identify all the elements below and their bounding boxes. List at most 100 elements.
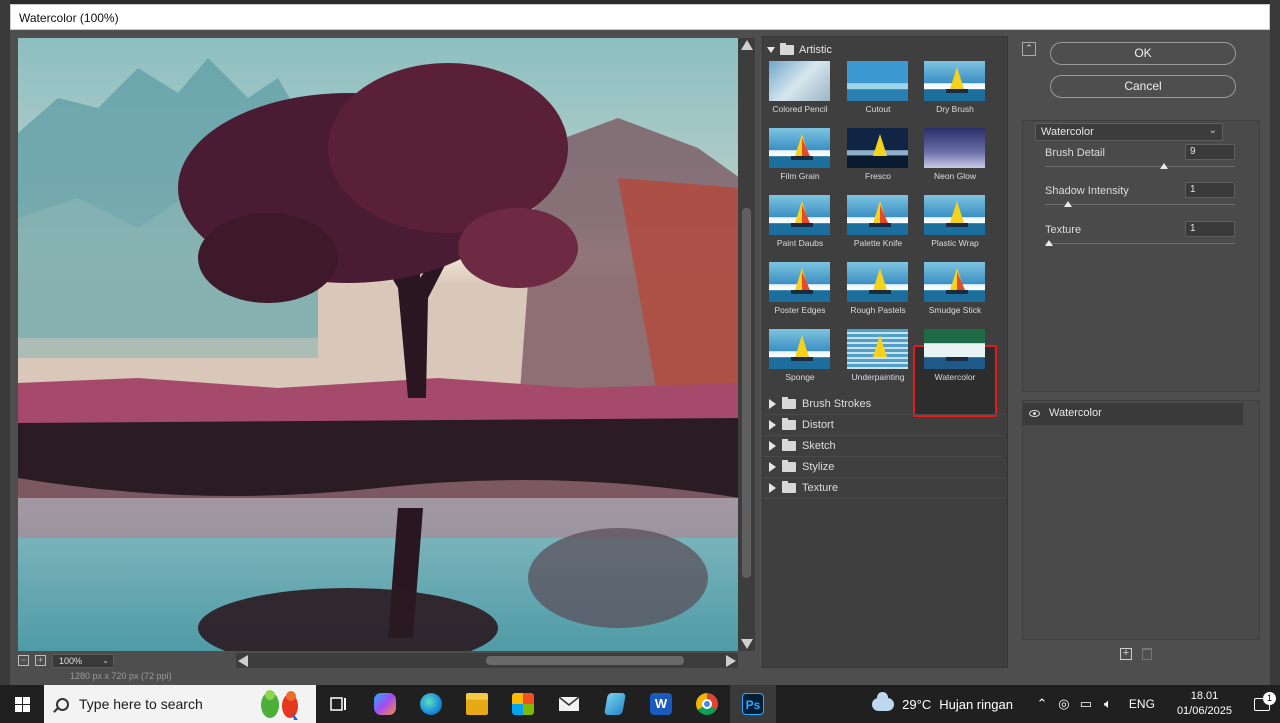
param-brush-detail: Brush Detail 9 [1045,144,1235,176]
param-slider-track[interactable] [1045,204,1235,205]
task-view-icon[interactable] [316,685,362,723]
category-stylize[interactable]: Stylize [763,457,1003,478]
collapsed-triangle-icon [769,420,776,430]
clock-time: 18.01 [1190,690,1219,702]
notepad-icon[interactable] [592,685,638,723]
filter-rough-pastels[interactable]: Rough Pastels [843,262,913,326]
param-value-input[interactable]: 1 [1185,221,1235,237]
filter-colored-pencil[interactable]: Colored Pencil [765,61,835,125]
category-distort[interactable]: Distort [763,415,1003,436]
param-slider-knob[interactable] [1063,201,1072,207]
param-slider-knob[interactable] [1045,240,1053,246]
param-slider-knob[interactable] [1160,163,1169,169]
effect-layer-name: Watercolor [1049,407,1102,419]
filter-watercolor[interactable]: Watercolor [920,329,990,393]
filter-dropdown[interactable]: Watercolor ⌄ [1035,123,1223,141]
filter-poster-edges[interactable]: Poster Edges [765,262,835,326]
volume-icon[interactable]: 🔈︎ [1097,696,1119,712]
eye-icon[interactable] [1029,410,1040,417]
copilot-icon[interactable] [362,685,408,723]
filter-film-grain[interactable]: Film Grain [765,128,835,192]
category-sketch[interactable]: Sketch [763,436,1003,457]
cancel-button[interactable]: Cancel [1050,75,1236,98]
filter-underpainting[interactable]: Underpainting [843,329,913,393]
preview-canvas[interactable] [18,38,740,651]
filter-cutout[interactable]: Cutout [843,61,913,125]
filter-thumbnail [924,262,985,302]
filter-dry-brush[interactable]: Dry Brush [920,61,990,125]
filter-fresco[interactable]: Fresco [843,128,913,192]
filter-smudge-stick[interactable]: Smudge Stick [920,262,990,326]
windows-taskbar: Type here to search W Ps 29°C Hujan ring… [0,685,1280,723]
zoom-select[interactable]: 100% ⌄ [52,653,114,668]
scroll-right-arrow-icon[interactable] [726,655,736,667]
weather-widget[interactable]: 29°C Hujan ringan [872,691,1031,712]
collapsed-triangle-icon [769,441,776,451]
store-icon[interactable] [500,685,546,723]
trash-icon[interactable] [1142,648,1152,660]
filter-plastic-wrap[interactable]: Plastic Wrap [920,195,990,259]
param-label: Texture [1045,224,1082,236]
param-slider-track[interactable] [1045,243,1235,244]
filter-thumbnail [847,262,908,302]
ok-button[interactable]: OK [1050,42,1236,65]
folder-icon [780,43,794,55]
meet-now-icon[interactable]: ◎ [1053,696,1075,712]
notification-count: 1 [1263,691,1276,705]
scroll-left-arrow-icon[interactable] [238,655,248,667]
effect-layer-row[interactable]: Watercolor [1023,403,1243,425]
category-artistic[interactable]: Artistic [767,41,832,59]
filter-thumbnail [924,61,985,101]
collapse-gallery-button[interactable]: ⌃ [1022,42,1036,56]
category-brush-strokes[interactable]: Brush Strokes [763,394,1003,415]
filter-thumbnail [847,195,908,235]
zoom-out-button[interactable]: − [18,655,29,666]
search-placeholder: Type here to search [79,696,203,712]
param-value-input[interactable]: 1 [1185,182,1235,198]
zoom-in-button[interactable]: + [35,655,46,666]
mail-icon[interactable] [546,685,592,723]
filter-gallery: Artistic Colored Pencil Cutout Dry Brush… [762,36,1008,668]
category-texture[interactable]: Texture [763,478,1003,499]
filter-palette-knife[interactable]: Palette Knife [843,195,913,259]
scroll-down-arrow-icon[interactable] [741,639,753,649]
start-button[interactable] [0,685,44,723]
category-label: Artistic [799,44,832,56]
edge-icon[interactable] [408,685,454,723]
filter-paint-daubs[interactable]: Paint Daubs [765,195,835,259]
param-texture: Texture 1 [1045,221,1235,253]
preview-horizontal-scrollbar[interactable] [236,653,738,668]
filter-categories: Brush Strokes Distort Sketch Stylize Tex [763,394,1003,499]
param-slider-track[interactable] [1045,166,1235,167]
chrome-icon[interactable] [684,685,730,723]
file-explorer-icon[interactable] [454,685,500,723]
zoom-controls: − + 100% ⌄ [18,652,114,669]
network-icon[interactable]: ▭ [1075,696,1097,712]
watercolor-preview-image [18,38,740,651]
notification-center-icon[interactable]: 1 [1244,691,1280,711]
chevron-up-icon[interactable]: ⌃ [1031,696,1053,712]
photoshop-icon[interactable]: Ps [730,685,776,723]
param-shadow-intensity: Shadow Intensity 1 [1045,182,1235,214]
word-icon[interactable]: W [638,685,684,723]
clock[interactable]: 18.01 01/06/2025 [1165,689,1244,719]
chevron-down-icon: ⌄ [102,655,109,665]
filter-thumbnail [924,329,985,369]
param-label: Shadow Intensity [1045,185,1129,197]
param-value-input[interactable]: 9 [1185,144,1235,160]
parrots-highlight-icon [261,690,298,720]
folder-icon [782,397,796,409]
filter-sponge[interactable]: Sponge [765,329,835,393]
taskbar-search-box[interactable]: Type here to search [44,685,316,723]
filter-thumbnail [924,128,985,168]
effect-layers-panel: Watercolor [1022,400,1260,640]
filter-neon-glow[interactable]: Neon Glow [920,128,990,192]
horizontal-scroll-thumb[interactable] [486,656,684,665]
new-effect-layer-icon[interactable]: + [1120,648,1132,660]
collapsed-triangle-icon [769,399,776,409]
scroll-up-arrow-icon[interactable] [741,40,753,50]
vertical-scroll-thumb[interactable] [742,208,751,578]
input-language[interactable]: ENG [1119,697,1165,711]
preview-vertical-scrollbar[interactable] [738,38,755,651]
chevron-down-icon: ⌄ [1208,125,1217,136]
